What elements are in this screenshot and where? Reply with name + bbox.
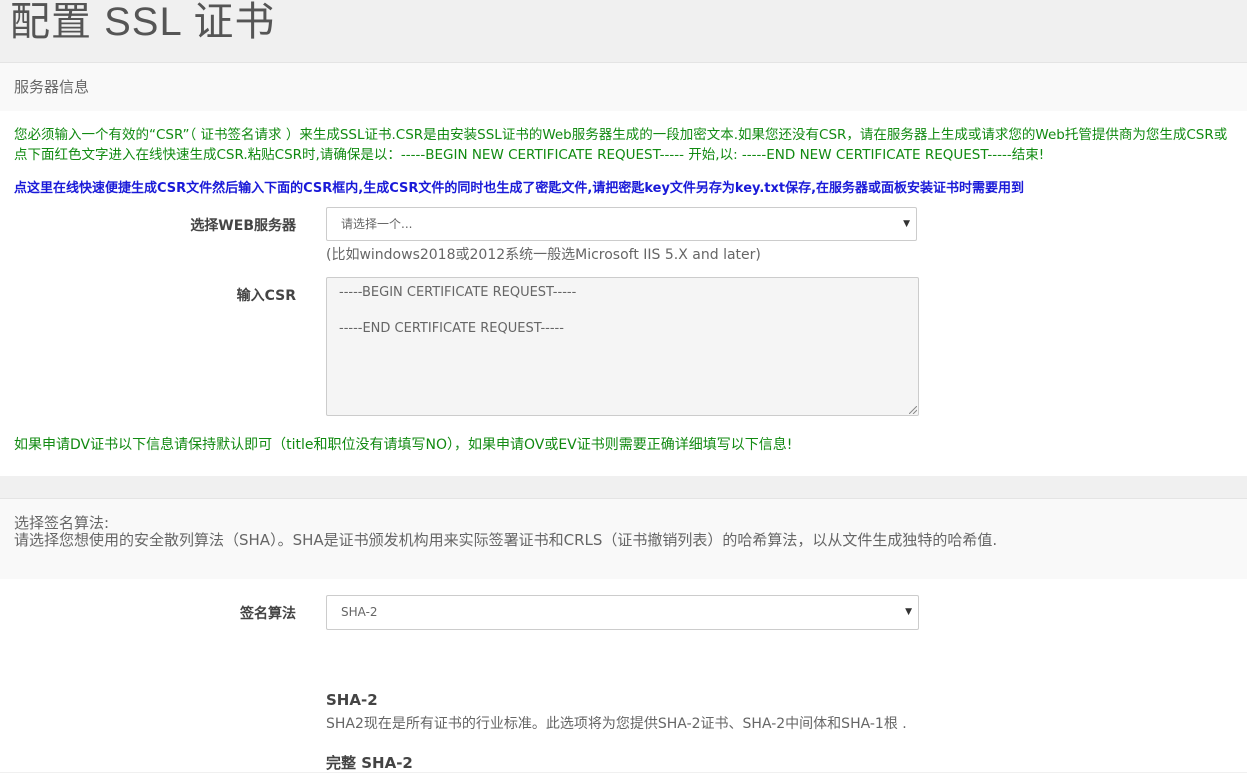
csr-input[interactable]: -----BEGIN CERTIFICATE REQUEST----- ----… <box>326 277 919 416</box>
caret-down-icon: ▼ <box>905 607 912 617</box>
web-server-label: 选择WEB服务器 <box>190 218 296 234</box>
server-info-panel: 您必须输入一个有效的“CSR”（ 证书签名请求 ）来生成SSL证书.CSR是由安… <box>0 111 1247 476</box>
web-server-select[interactable]: 请选择一个... ▼ <box>326 207 917 241</box>
sha2-title: SHA-2 <box>326 691 378 709</box>
signature-select[interactable]: SHA-2 ▼ <box>326 595 919 630</box>
resize-grip-icon[interactable] <box>909 406 917 414</box>
web-server-hint: (比如windows2018或2012系统一般选Microsoft IIS 5.… <box>326 247 761 263</box>
csr-label: 输入CSR <box>236 288 296 304</box>
server-info-header-label: 服务器信息 <box>14 78 90 96</box>
signature-panel: 签名算法 SHA-2 ▼ SHA-2 SHA2现在是所有证书的行业标准。此选项将… <box>0 579 1247 772</box>
web-server-select-value: 请选择一个... <box>341 217 413 231</box>
page-title: 配置 SSL 证书 <box>10 0 276 44</box>
generate-csr-link[interactable]: 点这里在线快速便捷生成CSR文件然后输入下面的CSR框内,生成CSR文件的同时也… <box>14 177 1236 196</box>
signature-select-value: SHA-2 <box>341 605 378 619</box>
dv-note: 如果申请DV证书以下信息请保持默认即可（title和职位没有请填写NO），如果申… <box>14 437 793 453</box>
signature-header: 选择签名算法: 请选择您想使用的安全散列算法（SHA）。SHA是证书颁发机构用来… <box>0 498 1247 580</box>
server-info-header: 服务器信息 <box>0 62 1247 112</box>
csr-notice: 您必须输入一个有效的“CSR”（ 证书签名请求 ）来生成SSL证书.CSR是由安… <box>14 127 1228 163</box>
full-sha2-title: 完整 SHA-2 <box>326 754 413 772</box>
signature-label: 签名算法 <box>240 606 296 622</box>
signature-header-desc: 请选择您想使用的安全散列算法（SHA）。SHA是证书颁发机构用来实际签署证书和C… <box>14 531 998 549</box>
caret-down-icon: ▼ <box>903 219 910 229</box>
sha2-desc: SHA2现在是所有证书的行业标准。此选项将为您提供SHA-2证书、SHA-2中间… <box>326 716 907 732</box>
